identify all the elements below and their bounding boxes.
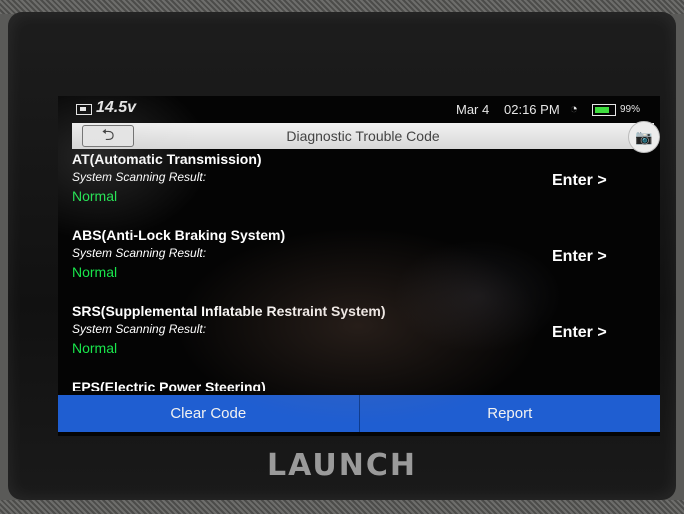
page-title: Diagnostic Trouble Code [286,128,440,144]
system-name: EPS(Electric Power Steering) [72,379,266,391]
enter-button[interactable]: Enter > [552,172,607,190]
status-date: Mar 4 [456,102,490,117]
scan-result-label: System Scanning Result: [72,246,207,260]
action-bar: Clear Code Report [58,395,660,432]
system-list[interactable]: AT(Automatic Transmission) System Scanni… [58,151,660,391]
battery-level: 99% [620,104,641,115]
voltage-readout: 14.5v [96,99,137,116]
system-name: SRS(Supplemental Inflatable Restraint Sy… [72,303,386,319]
scan-status: Normal [72,188,118,204]
system-name: AT(Automatic Transmission) [72,151,262,167]
battery-voltage-icon [76,104,92,115]
camera-icon: 📷 [635,129,653,145]
enter-button[interactable]: Enter > [552,324,607,342]
device-screen: 14.5v Mar 4 02:16 PM ◔ 99% ⮌ Diagnostic … [58,96,660,436]
wifi-icon: ◔ [570,101,578,116]
device-bottom-edge [0,500,684,514]
screenshot-button[interactable]: 📷 [628,121,660,153]
scan-result-label: System Scanning Result: [72,322,207,336]
list-item[interactable]: EPS(Electric Power Steering) [58,379,660,391]
list-item[interactable]: SRS(Supplemental Inflatable Restraint Sy… [58,303,660,377]
report-button[interactable]: Report [360,395,661,432]
enter-button[interactable]: Enter > [552,248,607,266]
scan-status: Normal [72,264,118,280]
scan-status: Normal [72,340,118,356]
clear-code-button[interactable]: Clear Code [58,395,359,432]
scan-result-label: System Scanning Result: [72,170,207,184]
list-item[interactable]: ABS(Anti-Lock Braking System) System Sca… [58,227,660,301]
brand-logo: LAUNCH [266,448,417,483]
system-name: ABS(Anti-Lock Braking System) [72,227,286,243]
title-bar: ⮌ Diagnostic Trouble Code 📷 [72,121,660,153]
battery-icon [592,104,616,116]
list-item[interactable]: AT(Automatic Transmission) System Scanni… [58,151,660,225]
status-time: 02:16 PM [504,102,560,117]
status-bar: 14.5v Mar 4 02:16 PM ◔ 99% [58,96,660,122]
